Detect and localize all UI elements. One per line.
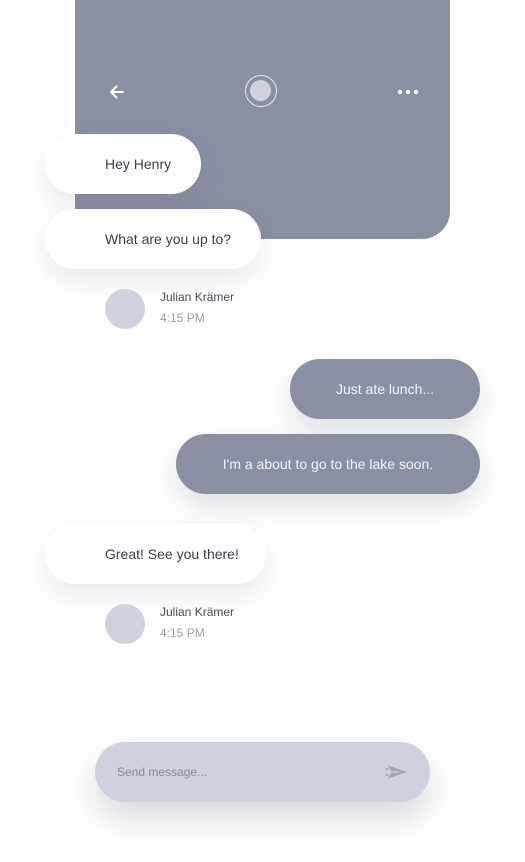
message-text: Just ate lunch... (335, 381, 435, 397)
contact-avatar-image (250, 80, 271, 101)
message-composer (95, 742, 430, 802)
message-bubble-incoming[interactable]: Hey Henry (45, 134, 201, 194)
message-meta: Julian Krämer 4:15 PM (105, 604, 305, 646)
message-timestamp: 4:15 PM (160, 626, 205, 640)
message-timestamp: 4:15 PM (160, 311, 205, 325)
message-bubble-incoming[interactable]: Great! See you there! (45, 524, 266, 584)
message-bubble-incoming[interactable]: What are you up to? (45, 209, 261, 269)
send-icon[interactable] (385, 763, 409, 781)
message-text: Great! See you there! (105, 546, 239, 562)
message-text: I'm a about to go to the lake soon. (222, 456, 434, 472)
sender-name: Julian Krämer (160, 605, 235, 619)
arrow-left-icon[interactable] (107, 82, 127, 102)
avatar[interactable] (105, 604, 145, 644)
contact-avatar[interactable] (245, 75, 277, 107)
avatar[interactable] (105, 289, 145, 329)
message-bubble-outgoing[interactable]: Just ate lunch... (290, 359, 480, 419)
sender-name: Julian Krämer (160, 290, 235, 304)
message-text: Hey Henry (105, 156, 172, 172)
message-meta: Julian Krämer 4:15 PM (105, 289, 305, 331)
message-text: What are you up to? (105, 231, 232, 247)
chat-header (75, 0, 450, 239)
message-input[interactable] (117, 742, 367, 802)
more-horizontal-icon[interactable] (397, 82, 419, 102)
message-bubble-outgoing[interactable]: I'm a about to go to the lake soon. (176, 434, 480, 494)
